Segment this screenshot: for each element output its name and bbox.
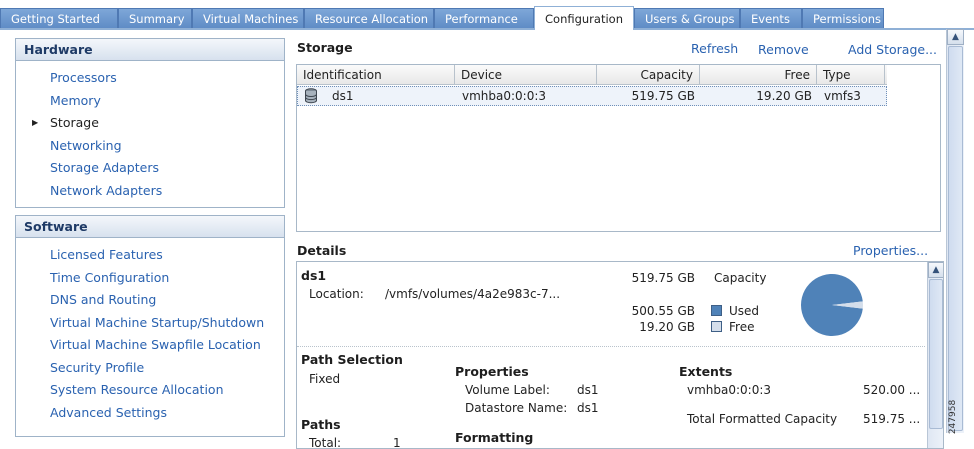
- details-pane: ds1 Location: /vmfs/volumes/4a2e983c-7..…: [296, 261, 944, 449]
- hardware-list: Processors Memory ▶ Storage Networking St…: [16, 61, 284, 202]
- datastore-name-value: ds1: [577, 401, 599, 415]
- location-value: /vmfs/volumes/4a2e983c-7...: [385, 287, 561, 301]
- software-item-vm-swapfile-location[interactable]: Virtual Machine Swapfile Location: [16, 334, 284, 357]
- capacity-value: 519.75 GB: [631, 271, 695, 285]
- software-section: Software Licensed Features Time Configur…: [15, 215, 285, 437]
- page-scroll-thumb[interactable]: [948, 46, 963, 431]
- extent-size: 520.00 ...: [863, 383, 921, 397]
- cell-type: vmfs3: [824, 89, 861, 103]
- remove-link[interactable]: Remove: [758, 42, 809, 57]
- hardware-item-network-adapters[interactable]: Network Adapters: [16, 180, 284, 203]
- paths-total-label: Total:: [309, 436, 342, 449]
- software-list: Licensed Features Time Configuration DNS…: [16, 238, 284, 424]
- location-label: Location:: [309, 287, 364, 301]
- hardware-item-label: Storage: [50, 115, 99, 130]
- details-scroll-thumb[interactable]: [929, 279, 943, 429]
- tab-strip: Getting Started Summary Virtual Machines…: [0, 0, 974, 30]
- extents-title: Extents: [679, 364, 733, 379]
- software-header: Software: [16, 216, 284, 238]
- details-scrollbar[interactable]: ▲: [927, 262, 943, 448]
- software-item-system-resource-allocation[interactable]: System Resource Allocation: [16, 379, 284, 402]
- datastore-name: ds1: [301, 268, 327, 283]
- hardware-item-storage[interactable]: ▶ Storage: [16, 112, 284, 135]
- storage-title: Storage: [297, 40, 353, 55]
- free-swatch: [711, 321, 722, 332]
- add-storage-link[interactable]: Add Storage...: [848, 42, 937, 57]
- hardware-item-storage-adapters[interactable]: Storage Adapters: [16, 157, 284, 180]
- path-selection-value: Fixed: [309, 372, 341, 386]
- table-header: Identification Device Capacity Free Type: [297, 65, 887, 85]
- software-item-time-configuration[interactable]: Time Configuration: [16, 267, 284, 290]
- used-swatch: [711, 305, 722, 316]
- tab-permissions[interactable]: Permissions: [802, 8, 884, 28]
- tab-users-groups[interactable]: Users & Groups: [634, 8, 740, 28]
- hardware-item-networking[interactable]: Networking: [16, 135, 284, 158]
- details-title: Details: [297, 243, 347, 258]
- column-header-type[interactable]: Type: [817, 65, 885, 85]
- paths-title: Paths: [301, 417, 341, 432]
- total-formatted-capacity-label: Total Formatted Capacity: [687, 412, 838, 426]
- cell-capacity: 519.75 GB: [631, 89, 695, 103]
- hardware-item-processors[interactable]: Processors: [16, 67, 284, 90]
- hardware-header: Hardware: [16, 39, 284, 61]
- tab-virtual-machines[interactable]: Virtual Machines: [192, 8, 304, 28]
- formatting-title: Formatting: [455, 430, 534, 445]
- path-selection-title: Path Selection: [301, 352, 403, 367]
- volume-label-value: ds1: [577, 383, 599, 397]
- column-header-device[interactable]: Device: [455, 65, 597, 85]
- cell-device: vmhba0:0:0:3: [462, 89, 547, 103]
- software-item-licensed-features[interactable]: Licensed Features: [16, 244, 284, 267]
- storage-table: Identification Device Capacity Free Type…: [296, 64, 941, 232]
- used-label: Used: [729, 304, 760, 318]
- capacity-label: Capacity: [714, 271, 767, 285]
- selected-bullet-icon: ▶: [32, 118, 39, 127]
- used-value: 500.55 GB: [631, 304, 695, 318]
- side-figure-id-text: 247958: [948, 399, 959, 435]
- table-row[interactable]: ds1 vmhba0:0:0:3 519.75 GB 19.20 GB vmfs…: [297, 86, 887, 106]
- software-item-security-profile[interactable]: Security Profile: [16, 357, 284, 380]
- side-figure-id: 247958: [948, 390, 972, 446]
- paths-total-value: 1: [393, 436, 401, 449]
- tab-getting-started[interactable]: Getting Started: [0, 8, 118, 28]
- divider: [297, 346, 925, 347]
- refresh-link[interactable]: Refresh: [691, 41, 738, 56]
- usage-pie-chart: [801, 274, 863, 336]
- column-header-identification[interactable]: Identification: [297, 65, 455, 85]
- hardware-section: Hardware Processors Memory ▶ Storage Netw…: [15, 38, 285, 208]
- column-header-free[interactable]: Free: [700, 65, 817, 85]
- total-formatted-capacity-value: 519.75 ...: [863, 412, 921, 426]
- properties-title: Properties: [455, 364, 529, 379]
- extent-device: vmhba0:0:0:3: [687, 383, 772, 397]
- software-item-dns-routing[interactable]: DNS and Routing: [16, 289, 284, 312]
- details-scroll-up-icon[interactable]: ▲: [928, 262, 943, 278]
- properties-link[interactable]: Properties...: [853, 243, 928, 258]
- tab-performance[interactable]: Performance: [434, 8, 534, 28]
- tab-configuration[interactable]: Configuration: [534, 6, 634, 30]
- volume-label-key: Volume Label:: [465, 383, 550, 397]
- datastore-name-key: Datastore Name:: [465, 401, 568, 415]
- tab-events[interactable]: Events: [740, 8, 802, 28]
- free-label: Free: [729, 320, 755, 334]
- software-item-advanced-settings[interactable]: Advanced Settings: [16, 402, 284, 425]
- free-value: 19.20 GB: [639, 320, 695, 334]
- hardware-item-memory[interactable]: Memory: [16, 90, 284, 113]
- column-header-capacity[interactable]: Capacity: [597, 65, 700, 85]
- cell-free: 19.20 GB: [756, 89, 812, 103]
- tab-summary[interactable]: Summary: [118, 8, 192, 28]
- cell-identification: ds1: [332, 89, 354, 103]
- page-scrollbar[interactable]: ▲: [946, 29, 964, 433]
- scroll-up-icon[interactable]: ▲: [947, 29, 964, 45]
- tab-resource-allocation[interactable]: Resource Allocation: [304, 8, 434, 28]
- software-item-vm-startup-shutdown[interactable]: Virtual Machine Startup/Shutdown: [16, 312, 284, 335]
